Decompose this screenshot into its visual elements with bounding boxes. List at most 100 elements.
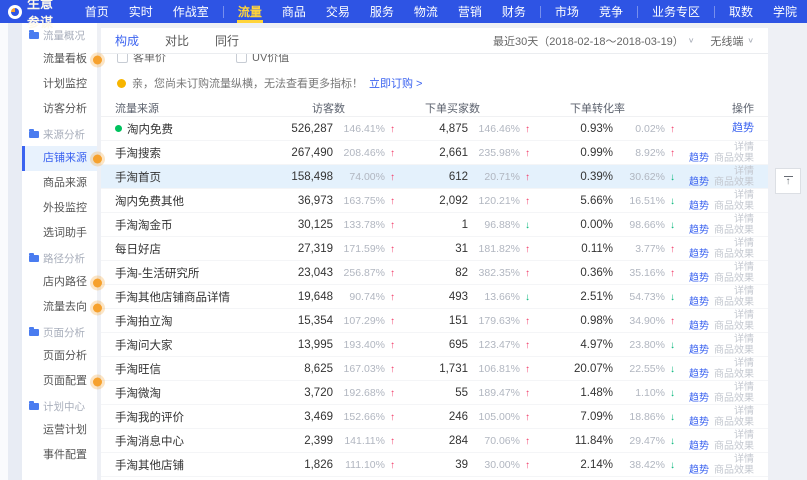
notification-badge-dot <box>93 154 102 163</box>
product-effect-link[interactable]: 商品效果 <box>714 201 754 212</box>
trend-link[interactable]: 趋势 <box>689 249 709 260</box>
sidebar-item-访客分析[interactable]: 访客分析 <box>22 97 97 122</box>
nav-item-7[interactable]: 服务 <box>360 0 404 23</box>
product-effect-link[interactable]: 商品效果 <box>714 249 754 260</box>
metric-value: 246 <box>449 411 468 423</box>
product-effect-link[interactable]: 商品效果 <box>714 225 754 236</box>
app-brand[interactable]: 生意参谋 <box>0 0 75 31</box>
trend-link[interactable]: 趋势 <box>689 321 709 332</box>
source-name-label: 淘内免费其他 <box>115 193 184 209</box>
subscribe-now-link[interactable]: 立即订购 > <box>369 75 422 91</box>
nav-item-4[interactable]: 流量 <box>228 0 272 23</box>
detail-link[interactable]: 详情 <box>734 238 754 249</box>
nav-item-6[interactable]: 交易 <box>316 0 360 23</box>
nav-item-11[interactable]: 市场 <box>545 0 589 23</box>
trend-link[interactable]: 趋势 <box>689 393 709 404</box>
metric-change-pct: 90.74% <box>333 291 385 303</box>
metric-change-pct: 74.00% <box>333 171 385 183</box>
metric-value: 4.97% <box>580 339 613 351</box>
product-effect-link[interactable]: 商品效果 <box>714 465 754 476</box>
sidebar-item-商品来源[interactable]: 商品来源 <box>22 171 97 196</box>
product-effect-link[interactable]: 商品效果 <box>714 273 754 284</box>
channel-select[interactable]: 无线端 ∨ <box>710 33 754 49</box>
product-effect-link[interactable]: 商品效果 <box>714 153 754 164</box>
trend-link[interactable]: 趋势 <box>689 417 709 428</box>
nav-item-8[interactable]: 物流 <box>404 0 448 23</box>
nav-item-9[interactable]: 营销 <box>448 0 492 23</box>
sidebar-item-流量去向[interactable]: 流量去向 <box>22 295 97 320</box>
detail-link[interactable]: 详情 <box>734 430 754 441</box>
trend-link[interactable]: 趋势 <box>689 273 709 284</box>
detail-link[interactable]: 详情 <box>734 166 754 177</box>
sidebar-item-流量看板[interactable]: 流量看板 <box>22 47 97 72</box>
detail-link[interactable]: 详情 <box>734 214 754 225</box>
product-effect-link[interactable]: 商品效果 <box>714 321 754 332</box>
detail-link[interactable]: 详情 <box>734 358 754 369</box>
trend-link[interactable]: 趋势 <box>689 153 709 164</box>
tab-同行[interactable]: 同行 <box>215 28 239 53</box>
nav-item-2[interactable]: 实时 <box>119 0 163 23</box>
trend-link[interactable]: 趋势 <box>689 369 709 380</box>
sidebar-item-页面分析[interactable]: 页面分析 <box>22 344 97 369</box>
trend-link[interactable]: 趋势 <box>689 177 709 188</box>
product-effect-link[interactable]: 商品效果 <box>714 393 754 404</box>
nav-item-15[interactable]: 学院 <box>763 0 807 23</box>
detail-link[interactable]: 详情 <box>734 262 754 273</box>
detail-link[interactable]: 详情 <box>734 190 754 201</box>
nav-item-1[interactable]: 首页 <box>75 0 119 23</box>
checkbox-icon[interactable] <box>236 54 247 63</box>
product-effect-link[interactable]: 商品效果 <box>714 345 754 356</box>
product-effect-link[interactable]: 商品效果 <box>714 417 754 428</box>
trend-link[interactable]: 趋势 <box>689 465 709 476</box>
trend-link[interactable]: 趋势 <box>689 201 709 212</box>
traffic-source-name: 淘内免费 <box>115 121 265 137</box>
detail-link[interactable]: 详情 <box>734 286 754 297</box>
trend-link[interactable]: 趋势 <box>689 441 709 452</box>
trend-link[interactable]: 趋势 <box>689 345 709 356</box>
detail-link[interactable]: 详情 <box>734 406 754 417</box>
sidebar-item-运营计划[interactable]: 运营计划 <box>22 418 97 443</box>
checkbox-icon[interactable] <box>117 54 128 63</box>
detail-link[interactable]: 详情 <box>734 310 754 321</box>
product-effect-link[interactable]: 商品效果 <box>714 369 754 380</box>
product-effect-link[interactable]: 商品效果 <box>714 441 754 452</box>
back-to-top-button[interactable]: ↑ <box>775 168 801 194</box>
nav-item-14[interactable]: 取数 <box>719 0 763 23</box>
metric-value: 39 <box>455 459 468 471</box>
trend-link[interactable]: 趋势 <box>689 297 709 308</box>
tab-对比[interactable]: 对比 <box>165 28 189 53</box>
sidebar-item-事件配置[interactable]: 事件配置 <box>22 443 97 468</box>
sidebar-item-选词助手[interactable]: 选词助手 <box>22 221 97 246</box>
trend-link[interactable]: 趋势 <box>732 123 754 134</box>
nav-item-3[interactable]: 作战室 <box>163 0 219 23</box>
metric-change-pct: 54.73% <box>613 291 665 303</box>
product-effect-link[interactable]: 商品效果 <box>714 297 754 308</box>
nav-item-13[interactable]: 业务专区 <box>642 0 710 23</box>
sidebar-item-页面配置[interactable]: 页面配置 <box>22 369 97 394</box>
sidebar-item-计划监控[interactable]: 计划监控 <box>22 72 97 97</box>
table-row-手淘其他店铺商品详情: 手淘其他店铺商品详情19,64890.74%↑49313.66%↓2.51%54… <box>101 285 768 309</box>
metric-change-pct: 30.00% <box>468 459 520 471</box>
up-arrow-icon: ↑ <box>385 364 395 375</box>
sidebar-section-label: 页面分析 <box>43 325 85 340</box>
metric-cell: 1,826111.10%↑ <box>265 459 395 471</box>
nav-item-12[interactable]: 竞争 <box>589 0 633 23</box>
detail-link[interactable]: 详情 <box>734 142 754 153</box>
metric-checkbox-客单价[interactable]: 客单价 <box>117 54 166 65</box>
sidebar-item-店内路径[interactable]: 店内路径 <box>22 270 97 295</box>
sidebar-item-外投监控[interactable]: 外投监控 <box>22 196 97 221</box>
folder-icon <box>29 255 39 262</box>
nav-item-5[interactable]: 商品 <box>272 0 316 23</box>
brand-logo-icon <box>8 5 22 19</box>
detail-link[interactable]: 详情 <box>734 382 754 393</box>
sidebar-item-店铺来源[interactable]: 店铺来源 <box>22 146 97 171</box>
trend-link[interactable]: 趋势 <box>689 225 709 236</box>
metric-checkbox-UV价值[interactable]: UV价值 <box>236 54 289 65</box>
detail-link[interactable]: 详情 <box>734 334 754 345</box>
tab-构成[interactable]: 构成 <box>115 28 139 53</box>
product-effect-link[interactable]: 商品效果 <box>714 177 754 188</box>
nav-item-10[interactable]: 财务 <box>492 0 536 23</box>
sidebar-collapse-rail[interactable] <box>8 23 22 480</box>
detail-link[interactable]: 详情 <box>734 454 754 465</box>
date-range-select[interactable]: 最近30天（2018-02-18～2018-03-19） ∨ <box>493 33 694 49</box>
